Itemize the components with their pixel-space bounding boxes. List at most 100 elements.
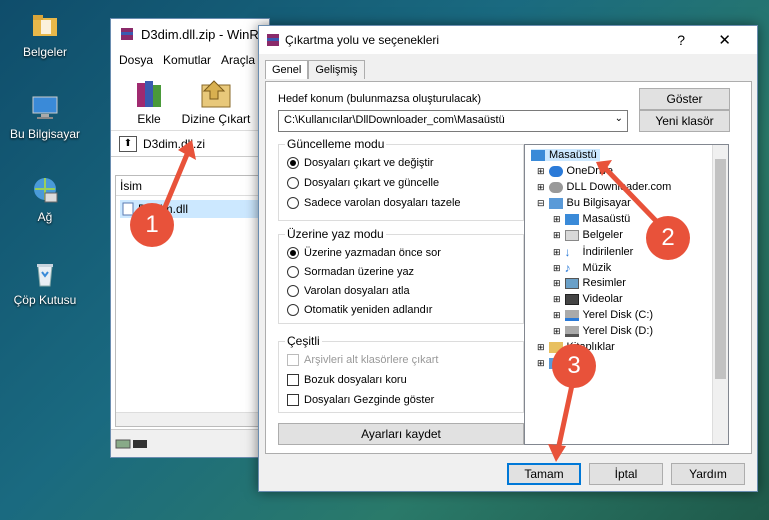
add-button[interactable]: Ekle bbox=[119, 77, 179, 126]
help-title-button[interactable]: ? bbox=[677, 32, 685, 48]
tree-item-onedrive[interactable]: ⊞ OneDrive bbox=[537, 165, 613, 177]
extract-to-button-label: Dizine Çıkart bbox=[181, 112, 251, 126]
tree-item-videos[interactable]: ⊞ Videolar bbox=[553, 293, 623, 305]
scrollbar-thumb[interactable] bbox=[715, 159, 726, 379]
close-button[interactable]: ✕ bbox=[718, 31, 731, 49]
menu-item-tools[interactable]: Araçla bbox=[221, 53, 255, 67]
radio-selected-icon bbox=[287, 157, 299, 169]
dest-path-input[interactable]: C:\Kullanıcılar\DllDownloader_com\Masaüs… bbox=[278, 110, 628, 132]
books-icon bbox=[137, 81, 161, 107]
new-folder-button[interactable]: Yeni klasör bbox=[639, 110, 730, 132]
dest-path-value: C:\Kullanıcılar\DllDownloader_com\Masaüs… bbox=[284, 114, 505, 126]
tree-label: OneDrive bbox=[566, 165, 614, 177]
radio-ask-before-overwrite[interactable]: Üzerine yazmadan önce sor bbox=[287, 247, 441, 259]
check-extract-subfolders: Arşivleri alt klasörlere çıkart bbox=[287, 354, 438, 366]
expand-icon[interactable]: ⊞ bbox=[537, 342, 545, 353]
desktop-icon-recycle-bin[interactable]: Çöp Kutusu bbox=[5, 258, 85, 307]
menu-item-commands[interactable]: Komutlar bbox=[163, 53, 211, 67]
dest-label: Hedef konum (bulunmazsa oluşturulacak) bbox=[278, 93, 481, 105]
option-label: Dosyaları çıkart ve güncelle bbox=[304, 177, 440, 189]
radio-icon bbox=[287, 197, 299, 209]
check-keep-broken[interactable]: Bozuk dosyaları koru bbox=[287, 374, 407, 386]
option-label: Arşivleri alt klasörlere çıkart bbox=[304, 354, 439, 366]
tree-label: DLL Downloader.com bbox=[566, 181, 672, 193]
tree-label: İndirilenler bbox=[582, 246, 634, 258]
radio-overwrite-without-prompt[interactable]: Sormadan üzerine yaz bbox=[287, 266, 414, 278]
winrar-menu-bar: Dosya Komutlar Araçla bbox=[111, 49, 269, 71]
show-button[interactable]: Göster bbox=[639, 88, 730, 110]
tree-label: Resimler bbox=[582, 277, 626, 289]
radio-extract-update[interactable]: Dosyaları çıkart ve güncelle bbox=[287, 177, 439, 189]
extract-to-button[interactable]: Dizine Çıkart bbox=[181, 77, 251, 126]
tab-general[interactable]: Genel bbox=[265, 60, 309, 79]
expand-icon[interactable]: ⊞ bbox=[553, 230, 561, 241]
tree-item-local-disk-c[interactable]: ⊞ Yerel Disk (C:) bbox=[553, 309, 653, 321]
tree-item-dll-downloader[interactable]: ⊞ DLL Downloader.com bbox=[537, 181, 671, 193]
menu-item-file[interactable]: Dosya bbox=[119, 53, 153, 67]
ok-button[interactable]: Tamam bbox=[507, 463, 581, 485]
expand-icon[interactable]: ⊞ bbox=[553, 214, 561, 225]
expand-icon[interactable]: ⊞ bbox=[553, 278, 561, 289]
expand-icon[interactable]: ⊞ bbox=[553, 294, 561, 305]
update-mode-label: Güncelleme modu bbox=[285, 137, 387, 151]
overwrite-mode-group: Üzerine yaz modu Üzerine yazmadan önce s… bbox=[278, 227, 524, 324]
expand-icon[interactable]: ⊞ bbox=[553, 247, 561, 258]
radio-auto-rename[interactable]: Otomatik yeniden adlandır bbox=[287, 304, 432, 316]
option-label: Otomatik yeniden adlandır bbox=[304, 304, 433, 316]
extract-dialog: Çıkartma yolu ve seçenekleri ? ✕ Genel G… bbox=[258, 25, 758, 492]
collapse-icon[interactable]: ⊟ bbox=[537, 198, 545, 209]
tree-label: Müzik bbox=[582, 262, 612, 274]
tree-item-desktop[interactable]: ⊞ Masaüstü bbox=[553, 213, 630, 225]
desktop-icon-documents[interactable]: Belgeler bbox=[5, 10, 85, 59]
column-header-name[interactable]: İsim bbox=[116, 176, 268, 196]
music-note-icon: ♪ bbox=[564, 261, 571, 275]
horizontal-scrollbar[interactable] bbox=[116, 412, 268, 426]
tree-item-downloads[interactable]: ⊞ ↓ İndirilenler bbox=[553, 245, 633, 259]
check-show-in-explorer[interactable]: Dosyaları Gezginde göster bbox=[287, 394, 434, 406]
tree-item-this-pc[interactable]: ⊟ Bu Bilgisayar bbox=[537, 197, 631, 209]
folder-tree[interactable]: Masaüstü ⊞ OneDrive ⊞ DLL Downloader.com ⊟… bbox=[524, 144, 729, 445]
recycle-bin-icon bbox=[29, 258, 61, 290]
step-badge-3: 3 bbox=[552, 344, 596, 388]
desktop-icon-this-pc[interactable]: Bu Bilgisayar bbox=[5, 92, 85, 141]
option-label: Sadece varolan dosyaları tazele bbox=[304, 197, 461, 209]
tree-item-local-disk-d[interactable]: ⊞ Yerel Disk (D:) bbox=[553, 325, 653, 337]
winrar-title-bar: D3dim.dll.zip - WinR bbox=[111, 19, 269, 49]
tree-item-desktop-root[interactable]: Masaüstü bbox=[531, 149, 600, 161]
radio-extract-replace[interactable]: Dosyaları çıkart ve değiştir bbox=[287, 157, 434, 169]
help-button[interactable]: Yardım bbox=[671, 463, 745, 485]
dialog-title: Çıkartma yolu ve seçenekleri bbox=[285, 33, 440, 47]
tree-item-music[interactable]: ⊞ ♪ Müzik bbox=[553, 261, 611, 275]
tree-label: Bu Bilgisayar bbox=[566, 197, 631, 209]
add-button-label: Ekle bbox=[137, 112, 161, 126]
chevron-down-icon[interactable]: ⌄ bbox=[615, 113, 623, 124]
radio-icon bbox=[287, 177, 299, 189]
expand-icon[interactable]: ⊞ bbox=[553, 310, 561, 321]
cancel-button[interactable]: İptal bbox=[589, 463, 663, 485]
tree-label: Yerel Disk (C:) bbox=[582, 309, 654, 321]
winrar-status-bar bbox=[111, 429, 269, 457]
dialog-title-bar: Çıkartma yolu ve seçenekleri ? ✕ bbox=[259, 26, 757, 54]
expand-icon[interactable]: ⊞ bbox=[537, 358, 545, 369]
tab-advanced[interactable]: Gelişmiş bbox=[308, 60, 365, 79]
desktop-icon bbox=[531, 149, 545, 161]
desktop-icon-network[interactable]: Ağ bbox=[5, 175, 85, 224]
expand-icon[interactable]: ⊞ bbox=[553, 263, 561, 274]
up-folder-icon[interactable]: ⬆ bbox=[119, 135, 137, 152]
tree-item-documents[interactable]: ⊞ Belgeler bbox=[553, 229, 623, 241]
radio-skip-existing[interactable]: Varolan dosyaları atla bbox=[287, 285, 410, 297]
desktop-icon-label: Belgeler bbox=[22, 45, 68, 59]
option-label: Sormadan üzerine yaz bbox=[304, 266, 415, 278]
radio-refresh-existing[interactable]: Sadece varolan dosyaları tazele bbox=[287, 197, 461, 209]
tree-label: Masaüstü bbox=[549, 149, 597, 161]
tree-item-pictures[interactable]: ⊞ Resimler bbox=[553, 277, 626, 289]
radio-icon bbox=[287, 285, 299, 297]
tree-label: Videolar bbox=[582, 293, 623, 305]
desktop-icon-label: Ağ bbox=[37, 210, 53, 224]
extract-folder-icon bbox=[201, 80, 231, 108]
save-settings-button[interactable]: Ayarları kaydet bbox=[278, 423, 524, 445]
expand-icon[interactable]: ⊞ bbox=[553, 326, 561, 337]
expand-icon[interactable]: ⊞ bbox=[537, 166, 545, 177]
expand-icon[interactable]: ⊞ bbox=[537, 182, 545, 193]
tree-vertical-scrollbar[interactable] bbox=[712, 145, 728, 444]
